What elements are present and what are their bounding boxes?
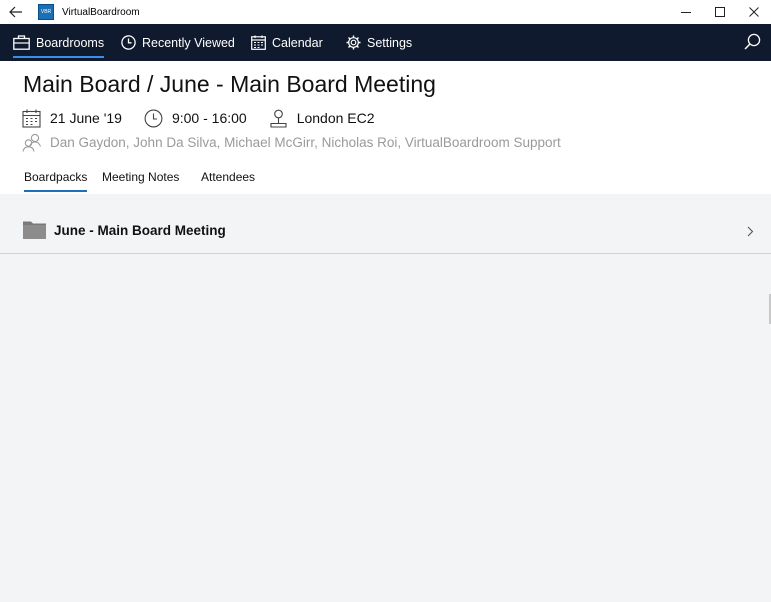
app-logo: VBR — [38, 4, 54, 20]
gear-icon — [346, 35, 361, 50]
chevron-right-icon — [747, 226, 754, 237]
minimize-icon — [681, 12, 691, 13]
tab-meeting-notes[interactable]: Meeting Notes — [102, 170, 179, 184]
clock-icon — [121, 35, 136, 50]
minimize-button[interactable] — [669, 0, 703, 24]
main-nav: Boardrooms Recently Viewed Calendar Sett… — [0, 24, 771, 61]
calendar-icon — [251, 35, 266, 50]
nav-item-label: Settings — [367, 35, 413, 50]
arrow-left-icon — [9, 6, 22, 18]
nav-item-label: Recently Viewed — [142, 35, 235, 50]
meeting-attendees: Dan Gaydon, John Da Silva, Michael McGir… — [22, 131, 561, 153]
window-title: VirtualBoardroom — [62, 6, 140, 18]
meeting-location: London EC2 — [296, 110, 375, 126]
title-bar: VBR VirtualBoardroom — [0, 0, 771, 24]
tab-boardpacks[interactable]: Boardpacks — [24, 170, 88, 192]
nav-item-recently-viewed[interactable]: Recently Viewed — [121, 24, 235, 61]
close-button[interactable] — [737, 0, 771, 24]
boardpack-title: June - Main Board Meeting — [54, 223, 226, 238]
meeting-time: 9:00 - 16:00 — [171, 110, 247, 126]
maximize-icon — [715, 7, 725, 17]
search-button[interactable] — [744, 33, 761, 55]
nav-item-label: Calendar — [272, 35, 323, 50]
page-title: Main Board / June - Main Board Meeting — [23, 71, 436, 97]
search-icon — [744, 33, 761, 50]
meeting-header: Main Board / June - Main Board Meeting 2… — [0, 61, 771, 194]
app-logo-text: VBR — [40, 8, 52, 15]
clock-icon — [144, 109, 163, 127]
location-pin-icon — [270, 109, 287, 128]
briefcase-icon — [13, 35, 30, 50]
nav-item-calendar[interactable]: Calendar — [251, 24, 323, 61]
maximize-button[interactable] — [703, 0, 737, 24]
window-controls — [669, 0, 771, 24]
nav-item-label: Boardrooms — [36, 35, 105, 50]
folder-icon — [23, 221, 46, 239]
app-window: VBR VirtualBoardroom Boardrooms Recently… — [0, 0, 771, 602]
tab-attendees[interactable]: Attendees — [201, 170, 255, 184]
meeting-meta: 21 June '19 9:00 - 16:00 London EC2 — [22, 107, 375, 129]
boardpack-list-item[interactable]: June - Main Board Meeting — [0, 208, 771, 254]
meeting-date: 21 June '19 — [50, 110, 122, 126]
calendar-icon — [22, 109, 41, 128]
nav-item-settings[interactable]: Settings — [346, 24, 412, 61]
attendee-list: Dan Gaydon, John Da Silva, Michael McGir… — [50, 134, 561, 150]
people-icon — [22, 133, 42, 152]
close-icon — [749, 7, 759, 17]
back-button[interactable] — [0, 0, 32, 24]
nav-item-boardrooms[interactable]: Boardrooms — [13, 24, 105, 61]
